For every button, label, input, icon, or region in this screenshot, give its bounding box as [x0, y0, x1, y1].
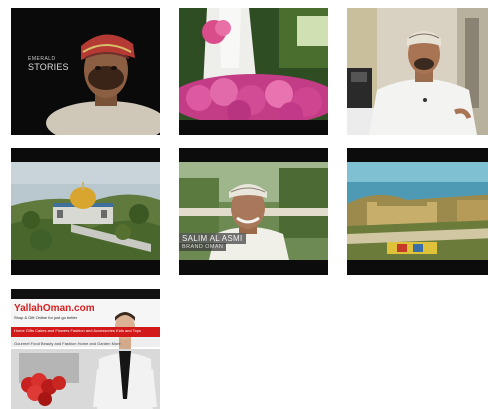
site-subnav-text: Gourmet Food Beauty and Fashion Home and… [14, 341, 121, 346]
site-tagline: Shop & Gift Online for just go better [14, 315, 78, 320]
video-results-page: EMERALD STORIES SALIM AL ASMI BRAND OMAN… [0, 0, 488, 409]
video-thumbnail-mosque[interactable] [11, 148, 160, 275]
video-thumbnail-yallahoman[interactable]: YallahOman.com Shop & Gift Online for ju… [11, 289, 160, 409]
video-thumbnail-fort-landscape[interactable] [347, 148, 488, 275]
thumbnail-image-fort [347, 148, 488, 275]
video-thumbnail-brand-oman[interactable]: SALIM AL ASMI BRAND OMAN [179, 148, 328, 275]
thumbnail-image-office-man [347, 8, 488, 135]
site-nav-text: Home Gifts Cakes and Flowers Fashion and… [14, 328, 141, 333]
video-thumbnail-roses[interactable] [179, 8, 328, 135]
site-logo: YallahOman.com [14, 303, 95, 314]
video-thumbnail-stories[interactable]: EMERALD STORIES [11, 8, 160, 135]
thumbnail-image-man-turban [11, 8, 160, 135]
thumbnail-image-roses [179, 8, 328, 135]
thumbnail-image-smiling-man [179, 148, 328, 275]
thumbnail-image-mosque-landscape [11, 148, 160, 275]
video-thumbnail-office-interview[interactable] [347, 8, 488, 135]
